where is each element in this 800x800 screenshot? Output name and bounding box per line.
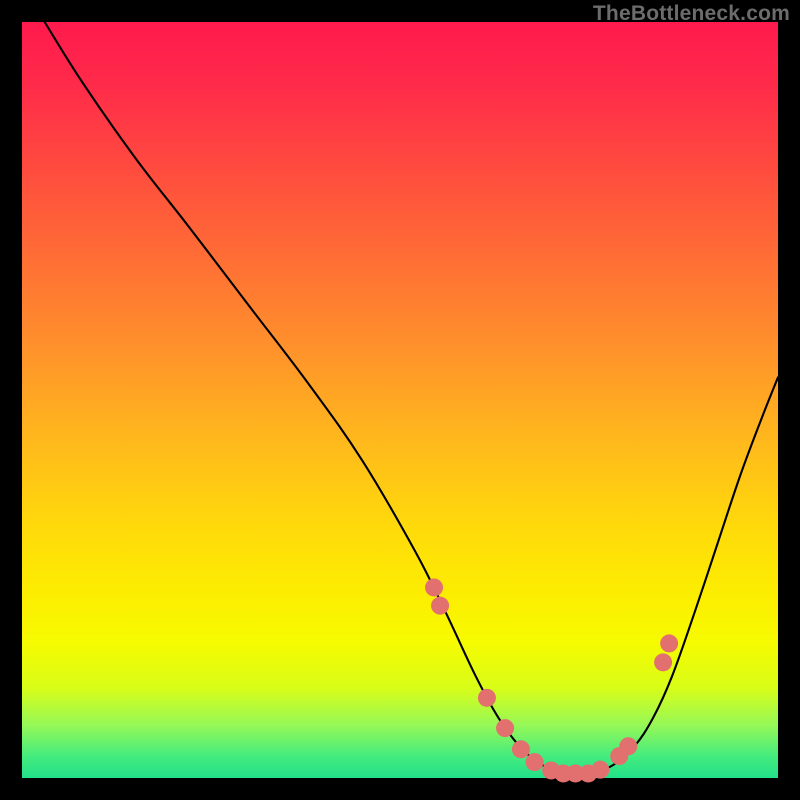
scatter-point <box>654 653 672 671</box>
scatter-point <box>619 737 637 755</box>
chart-stage: TheBottleneck.com <box>0 0 800 800</box>
scatter-point <box>431 597 449 615</box>
chart-svg <box>0 0 800 800</box>
watermark-text: TheBottleneck.com <box>593 2 790 26</box>
scatter-point <box>425 578 443 596</box>
scatter-point <box>496 719 514 737</box>
scatter-points <box>425 578 678 782</box>
scatter-point <box>660 634 678 652</box>
scatter-point <box>512 740 530 758</box>
scatter-point <box>591 761 609 779</box>
scatter-point <box>478 689 496 707</box>
scatter-point <box>526 753 544 771</box>
